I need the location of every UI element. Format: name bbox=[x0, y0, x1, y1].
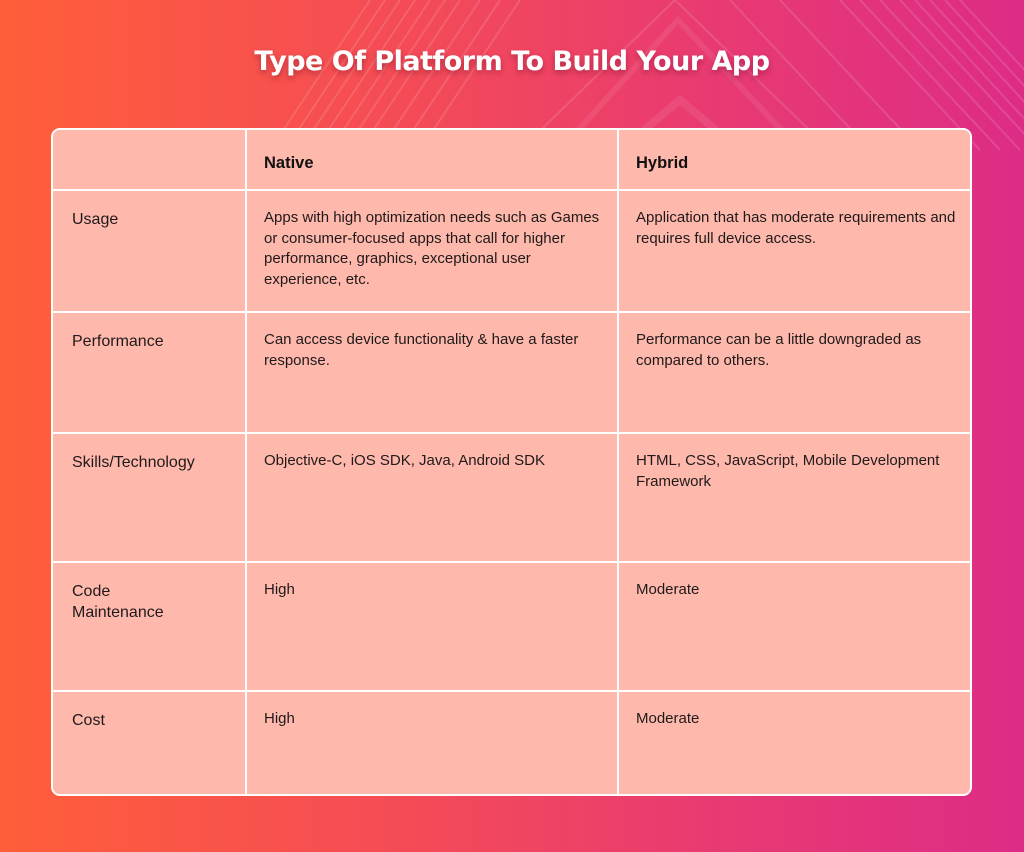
table-row-cost: Cost High Moderate bbox=[53, 690, 970, 794]
native-cell: High bbox=[245, 561, 619, 692]
comparison-table: Native Hybrid Usage Apps with high optim… bbox=[51, 128, 972, 796]
hybrid-cell: Moderate bbox=[617, 561, 970, 692]
table-row-performance: Performance Can access device functional… bbox=[53, 311, 970, 434]
row-label: Skills/Technology bbox=[53, 432, 247, 563]
header-native: Native bbox=[245, 130, 619, 191]
table-row-usage: Usage Apps with high optimization needs … bbox=[53, 189, 970, 313]
hybrid-cell: Application that has moderate requiremen… bbox=[617, 189, 970, 313]
table-row-code-maintenance: Code Maintenance High Moderate bbox=[53, 561, 970, 692]
page-title: Type Of Platform To Build Your App bbox=[254, 46, 770, 77]
hybrid-cell: Moderate bbox=[617, 690, 970, 794]
native-cell: High bbox=[245, 690, 619, 794]
row-label: Cost bbox=[53, 690, 247, 794]
hybrid-cell: Performance can be a little downgraded a… bbox=[617, 311, 970, 434]
native-cell: Can access device functionality & have a… bbox=[245, 311, 619, 434]
row-label: Code Maintenance bbox=[53, 561, 247, 692]
hybrid-cell: HTML, CSS, JavaScript, Mobile Developmen… bbox=[617, 432, 970, 563]
row-label: Usage bbox=[53, 189, 247, 313]
table-header-row: Native Hybrid bbox=[53, 130, 970, 191]
native-cell: Apps with high optimization needs such a… bbox=[245, 189, 619, 313]
header-hybrid: Hybrid bbox=[617, 130, 970, 191]
row-label-text: Code Maintenance bbox=[72, 583, 164, 621]
header-empty-cell bbox=[53, 130, 247, 191]
row-label: Performance bbox=[53, 311, 247, 434]
table-row-skills: Skills/Technology Objective-C, iOS SDK, … bbox=[53, 432, 970, 563]
native-cell: Objective-C, iOS SDK, Java, Android SDK bbox=[245, 432, 619, 563]
